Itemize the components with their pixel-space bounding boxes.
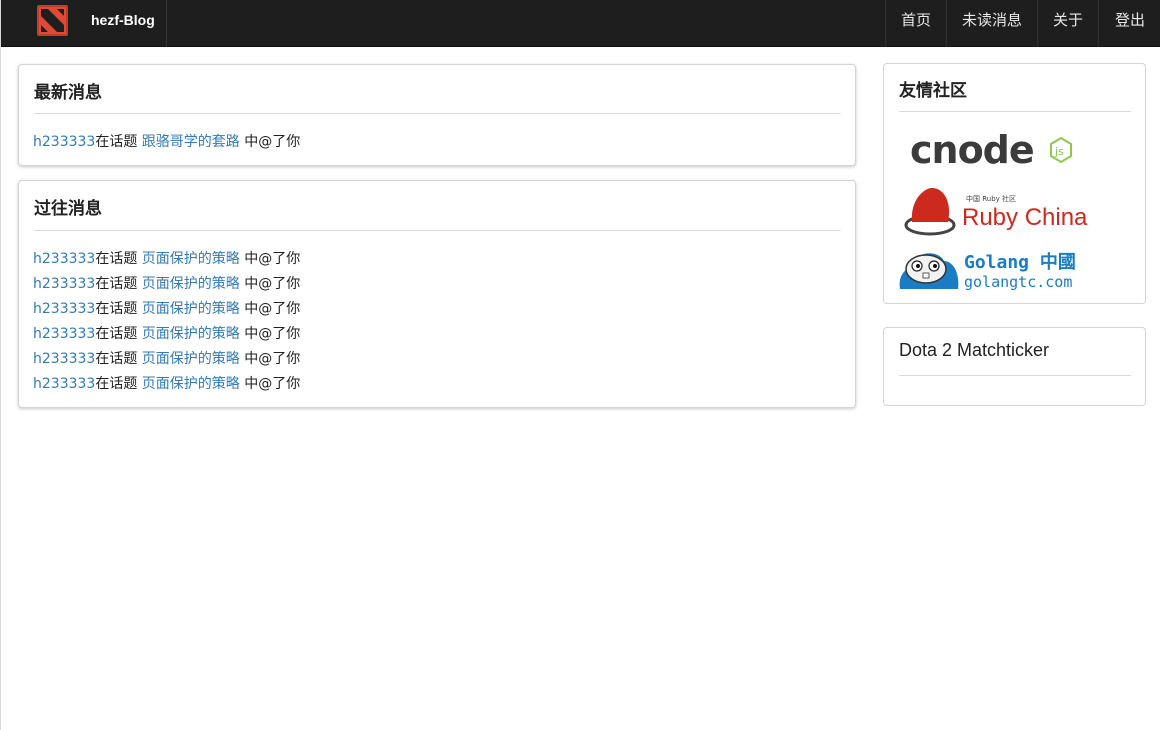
message-text: 在话题 [95,326,138,342]
message-text: 中@了你 [244,276,301,292]
past-messages-panel: 过往消息 h233333在话题 页面保护的策略 中@了你 h233333在话题 … [18,180,856,408]
past-message-list: h233333在话题 页面保护的策略 中@了你 h233333在话题 页面保护的… [33,247,300,397]
golang-title-text: Golang 中國 [964,251,1076,273]
message-text: 中@了你 [244,134,301,150]
ruby-china-logo-link[interactable]: 中国 Ruby 社区 Ruby China [904,188,1094,239]
cnode-logo-text: cnode [910,128,1034,172]
past-messages-title: 过往消息 [34,199,102,219]
message-text: 在话题 [95,134,138,150]
message-text: 中@了你 [244,376,301,392]
matchticker-title: Dota 2 Matchticker [899,340,1050,360]
message-user-link[interactable]: h233333 [33,351,95,367]
ruby-china-name: Ruby China [962,204,1088,231]
latest-messages-title: 最新消息 [34,83,102,103]
divider [899,375,1131,376]
message-text: 在话题 [95,351,138,367]
divider [34,230,841,231]
golang-url-text: golangtc.com [964,273,1072,291]
message-text: 在话题 [95,251,138,267]
message-topic-link[interactable]: 页面保护的策略 [142,251,240,267]
nav-menu: 首页 未读消息 关于 登出 [884,0,1160,47]
latest-message-list: h233333在话题 跟骆哥学的套路 中@了你 [33,130,300,155]
ruby-china-small-text: 中国 Ruby 社区 [966,194,1016,203]
message-item: h233333在话题 页面保护的策略 中@了你 [33,322,300,347]
nav-item-unread-messages[interactable]: 未读消息 [945,0,1037,47]
cnode-logo-icon: cnode js [910,128,1072,172]
nav-item-logout[interactable]: 登出 [1097,0,1160,47]
nav-item-about[interactable]: 关于 [1036,0,1098,47]
dota-logo-icon[interactable] [37,5,68,36]
brand-divider [166,0,167,47]
friends-title: 友情社区 [899,81,967,101]
message-item: h233333在话题 页面保护的策略 中@了你 [33,297,300,322]
message-topic-link[interactable]: 跟骆哥学的套路 [142,134,240,150]
message-user-link[interactable]: h233333 [33,326,95,342]
message-topic-link[interactable]: 页面保护的策略 [142,376,240,392]
message-topic-link[interactable]: 页面保护的策略 [142,276,240,292]
message-topic-link[interactable]: 页面保护的策略 [142,351,240,367]
matchticker-panel: Dota 2 Matchticker [883,327,1146,406]
nav-item-home[interactable]: 首页 [884,0,946,47]
friends-panel: 友情社区 cnode js 中国 Ruby 社区 Ruby China Gola… [883,63,1146,304]
message-text: 中@了你 [244,351,301,367]
message-item: h233333在话题 页面保护的策略 中@了你 [33,247,300,272]
message-text: 在话题 [95,301,138,317]
message-topic-link[interactable]: 页面保护的策略 [142,326,240,342]
message-item: h233333在话题 页面保护的策略 中@了你 [33,372,300,397]
message-user-link[interactable]: h233333 [33,276,95,292]
message-item: h233333在话题 跟骆哥学的套路 中@了你 [33,130,300,155]
message-topic-link[interactable]: 页面保护的策略 [142,301,240,317]
navbar: hezf-Blog 首页 未读消息 关于 登出 [1,0,1160,47]
cnode-js-badge: js [1054,145,1064,158]
golang-gopher-icon: Golang 中國 golangtc.com [899,251,1076,291]
message-user-link[interactable]: h233333 [33,301,95,317]
message-text: 在话题 [95,376,138,392]
message-item: h233333在话题 页面保护的策略 中@了你 [33,272,300,297]
message-text: 在话题 [95,276,138,292]
message-user-link[interactable]: h233333 [33,376,95,392]
message-text: 中@了你 [244,251,301,267]
divider [34,113,841,114]
golang-china-logo-link[interactable]: Golang 中國 golangtc.com [898,247,1088,296]
message-text: 中@了你 [244,326,301,342]
ruby-china-logo-icon: 中国 Ruby 社区 Ruby China [904,188,1088,236]
brand-name[interactable]: hezf-Blog [91,12,155,28]
message-text: 中@了你 [244,301,301,317]
message-user-link[interactable]: h233333 [33,251,95,267]
latest-messages-panel: 最新消息 h233333在话题 跟骆哥学的套路 中@了你 [18,64,856,166]
message-user-link[interactable]: h233333 [33,134,95,150]
message-item: h233333在话题 页面保护的策略 中@了你 [33,347,300,372]
cnode-logo-link[interactable]: cnode js [910,128,1080,175]
divider [899,111,1131,112]
